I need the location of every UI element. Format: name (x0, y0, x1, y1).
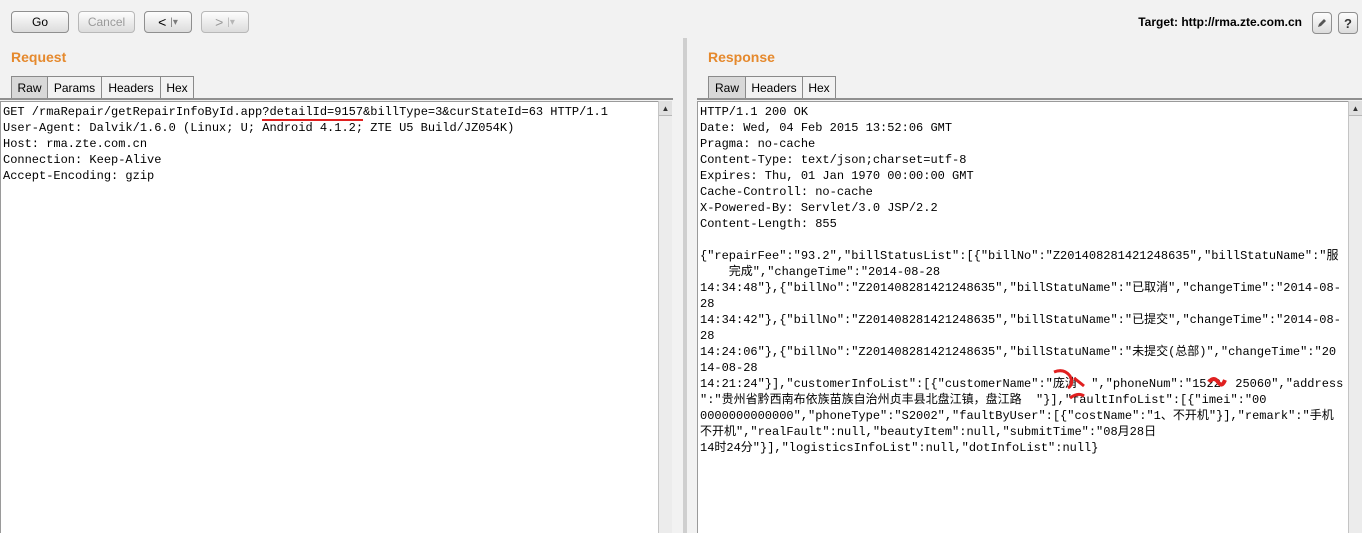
scroll-up-icon[interactable]: ▲ (659, 101, 672, 116)
target-label: Target: http://rma.zte.com.cn (1138, 15, 1302, 29)
response-tab-divider (697, 98, 1362, 100)
response-title: Response (708, 49, 775, 65)
request-tab-raw[interactable]: Raw (11, 76, 48, 98)
dropdown-arrow-icon: |▾ (170, 16, 178, 28)
redaction-scribble (1207, 377, 1227, 387)
response-tab-headers[interactable]: Headers (745, 76, 803, 98)
request-line-start: GET /rmaRepair/getRepairInfoById.app (3, 105, 263, 119)
scroll-up-icon[interactable]: ▲ (1349, 101, 1362, 116)
request-tab-hex[interactable]: Hex (160, 76, 194, 98)
edit-target-button[interactable] (1312, 12, 1332, 34)
request-headers: User-Agent: Dalvik/1.6.0 (Linux; U; Andr… (3, 121, 515, 183)
response-editor[interactable]: HTTP/1.1 200 OK Date: Wed, 04 Feb 2015 1… (697, 101, 1348, 533)
split-pane-divider[interactable] (683, 38, 687, 533)
request-line-end: &billType=3&curStateId=63 HTTP/1.1 (363, 105, 608, 119)
dropdown-arrow-icon: |▾ (227, 16, 235, 28)
request-highlighted-param: ?detailId=9157 (262, 105, 364, 121)
response-tab-hex[interactable]: Hex (802, 76, 836, 98)
request-tab-headers[interactable]: Headers (101, 76, 161, 98)
response-scrollbar[interactable]: ▲ (1348, 101, 1362, 533)
request-tabs: Raw Params Headers Hex (11, 76, 194, 98)
response-tab-raw[interactable]: Raw (708, 76, 746, 98)
request-editor[interactable]: GET /rmaRepair/getRepairInfoById.app?det… (0, 101, 658, 533)
redaction-scribble (1053, 369, 1085, 400)
help-icon: ? (1344, 15, 1352, 31)
request-tab-params[interactable]: Params (47, 76, 102, 98)
forward-arrow-icon: > (215, 14, 224, 30)
back-arrow-icon: < (158, 14, 167, 30)
cancel-button[interactable]: Cancel (78, 11, 135, 33)
pencil-icon (1318, 19, 1326, 27)
back-button[interactable]: < |▾ (144, 11, 192, 33)
request-scrollbar[interactable]: ▲ (658, 101, 672, 533)
response-tabs: Raw Headers Hex (708, 76, 836, 98)
request-tab-divider (0, 98, 673, 100)
go-button[interactable]: Go (11, 11, 69, 33)
help-button[interactable]: ? (1338, 12, 1358, 34)
response-headers: HTTP/1.1 200 OK Date: Wed, 04 Feb 2015 1… (700, 105, 974, 231)
response-body: {"repairFee":"93.2","billStatusList":[{"… (700, 249, 1344, 455)
forward-button[interactable]: > |▾ (201, 11, 249, 33)
request-title: Request (11, 49, 67, 65)
